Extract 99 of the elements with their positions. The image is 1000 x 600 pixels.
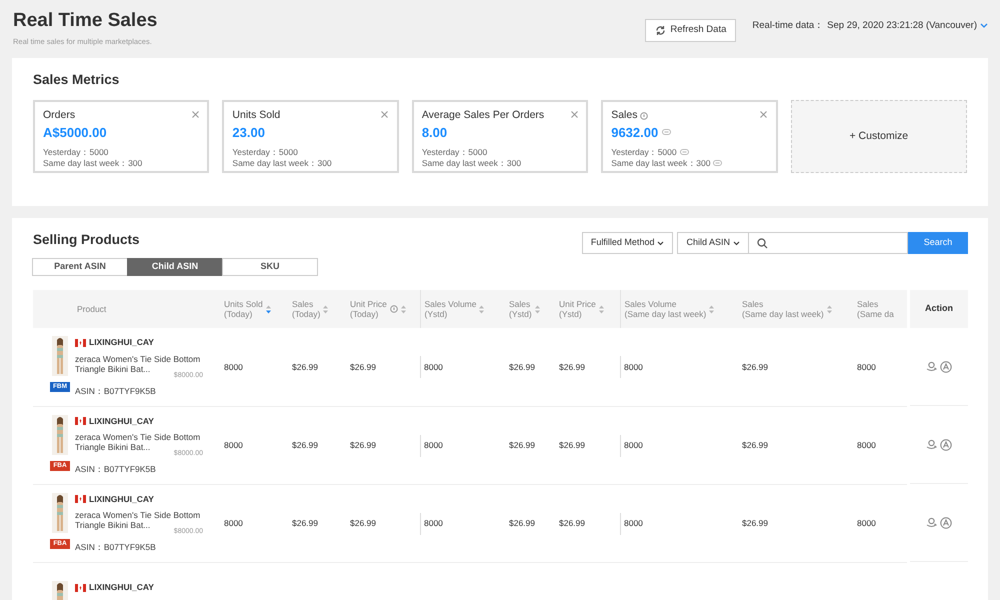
sort-icon[interactable]: [709, 304, 714, 314]
table-cell: 8000: [857, 440, 876, 450]
metric-label: Orders: [43, 108, 76, 124]
table-cell: $26.99: [350, 518, 376, 528]
info-icon: [390, 305, 398, 314]
table-cell: 8000: [857, 518, 876, 528]
table-cell: 8000: [424, 518, 443, 528]
smile-arrow-icon[interactable]: [926, 361, 937, 372]
asin-label: ASIN：: [75, 464, 104, 474]
yesterday-text: Yesterday：5000: [611, 146, 677, 158]
caret-icon: [733, 240, 740, 246]
filter-dropdown[interactable]: Fulfilled Method: [582, 232, 674, 254]
asin-label: ASIN：: [75, 386, 104, 396]
realtime-label: Real-time data：: [752, 19, 824, 33]
circle-a-icon[interactable]: [940, 360, 952, 373]
table-cell: 8000: [624, 362, 643, 372]
seller-name: LIXINGHUI_CAY: [89, 336, 154, 350]
flag-icon: [75, 495, 86, 504]
close-icon: [192, 110, 199, 118]
table-cell: 8000: [424, 362, 443, 372]
tab[interactable]: Child ASIN: [127, 258, 223, 276]
table-cell: $26.99: [350, 440, 376, 450]
sort-icon[interactable]: [266, 304, 271, 314]
metric-value: 8.00: [422, 124, 448, 141]
table-cell: 8000: [624, 440, 643, 450]
asin-link[interactable]: B07TYF9K5B: [104, 542, 156, 552]
hidden-icon: [680, 149, 689, 156]
metric-label: Average Sales Per Orders: [422, 108, 544, 124]
yesterday-text: Yesterday：5000: [43, 146, 108, 158]
table-cell: 8000: [224, 518, 243, 528]
last-week-text: Same day last week：300: [43, 158, 142, 169]
table-cell: $26.99: [559, 362, 585, 372]
metric-label: Sales: [611, 108, 638, 124]
last-week-text: Same day last week：300: [232, 158, 332, 169]
seller-name: LIXINGHUI_CAY: [89, 581, 154, 594]
section-title: Sales Metrics: [33, 72, 120, 88]
search-type-dropdown[interactable]: Child ASIN: [677, 232, 749, 254]
last-week-text: Same day last week：300: [611, 158, 710, 169]
table-cell: 8000: [224, 362, 243, 372]
tab[interactable]: Parent ASIN: [32, 258, 128, 276]
close-icon: [381, 110, 388, 118]
seller-name: LIXINGHUI_CAY: [89, 414, 154, 428]
seller-name: LIXINGHUI_CAY: [89, 492, 154, 506]
table-cell: $26.99: [509, 362, 535, 372]
circle-a-icon[interactable]: [940, 516, 952, 529]
table-cell: 8000: [224, 440, 243, 450]
yesterday-text: Yesterday：5000: [232, 146, 298, 158]
table-cell: 8000: [424, 440, 443, 450]
metric-label: Units Sold: [232, 108, 280, 124]
smile-arrow-icon[interactable]: [926, 517, 937, 528]
table-cell: 8000: [857, 362, 876, 372]
table-cell: $26.99: [292, 362, 318, 372]
close-icon: [760, 110, 768, 118]
customize-button[interactable]: + Customize: [790, 100, 967, 174]
yesterday-text: Yesterday：5000: [422, 146, 488, 158]
table-cell: $26.99: [559, 440, 585, 450]
table-cell: $26.99: [742, 518, 768, 528]
smile-arrow-icon[interactable]: [926, 439, 937, 450]
asin-label: ASIN：: [75, 542, 104, 552]
hidden-icon: [713, 160, 722, 166]
column-header: Action: [910, 290, 968, 328]
sort-icon[interactable]: [479, 304, 484, 314]
table-cell: $26.99: [742, 440, 768, 450]
flag-icon: [75, 417, 86, 426]
asin-link[interactable]: B07TYF9K5B: [104, 386, 156, 396]
last-week-text: Same day last week：300: [422, 158, 522, 169]
asin-link[interactable]: B07TYF9K5B: [104, 464, 156, 474]
refresh-button[interactable]: Refresh Data: [645, 19, 736, 42]
sort-icon[interactable]: [826, 304, 832, 314]
search-field[interactable]: [748, 232, 908, 254]
refresh-icon: [655, 25, 666, 36]
close-icon: [570, 110, 578, 118]
table-cell: $26.99: [509, 440, 535, 450]
table-cell: $26.99: [509, 518, 535, 528]
flag-icon: [75, 338, 86, 347]
page-title: Real Time Sales: [13, 9, 158, 33]
table-cell: $26.99: [559, 518, 585, 528]
caret-icon: [657, 240, 664, 246]
tab[interactable]: SKU: [222, 258, 318, 276]
metric-value: 23.00: [232, 124, 265, 141]
search-icon: [757, 238, 768, 248]
sort-icon[interactable]: [323, 304, 328, 314]
metric-value: 9632.00: [611, 124, 658, 141]
flag-icon: [75, 584, 86, 592]
sort-icon[interactable]: [400, 304, 406, 314]
table-cell: $26.99: [350, 362, 376, 372]
chevron-down-icon[interactable]: [980, 23, 988, 30]
sort-icon[interactable]: [598, 304, 604, 314]
table-cell: $26.99: [742, 362, 768, 372]
circle-a-icon[interactable]: [940, 438, 952, 451]
realtime-value: Sep 29, 2020 23:21:28 (Vancouver): [827, 19, 977, 33]
section-title: Selling Products: [33, 232, 141, 248]
hidden-icon: [662, 129, 672, 136]
table-cell: $26.99: [292, 440, 318, 450]
info-icon: [640, 112, 648, 120]
metric-value: A$5000.00: [43, 124, 107, 141]
table-cell: 8000: [624, 518, 643, 528]
sort-icon[interactable]: [534, 304, 540, 314]
table-cell: $26.99: [292, 518, 318, 528]
